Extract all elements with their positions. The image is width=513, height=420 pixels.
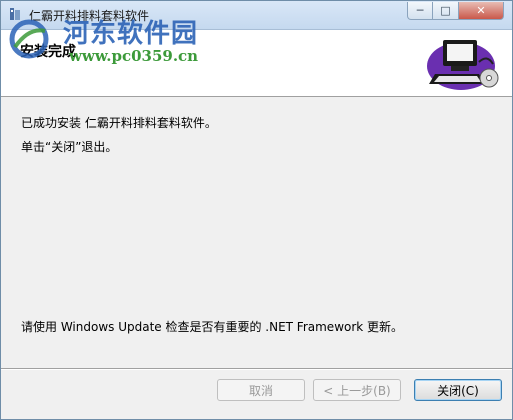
close-window-button[interactable]: ✕ xyxy=(458,2,504,20)
footer-divider xyxy=(1,368,512,370)
close-button[interactable]: 关闭(C) xyxy=(414,379,502,401)
computer-cd-icon xyxy=(427,40,499,90)
watermark-logo-icon xyxy=(9,19,49,59)
success-message: 已成功安装 仁霸开料排料套料软件。 xyxy=(21,116,217,130)
maximize-icon: □ xyxy=(440,4,451,17)
update-notice: 请使用 Windows Update 检查是否有重要的 .NET Framewo… xyxy=(21,320,404,334)
minimize-button[interactable]: ─ xyxy=(407,2,433,20)
installer-window: 仁霸开料排料套料软件 ─ □ ✕ 安装完成 河东软件园 www.pc0359.c… xyxy=(0,0,513,420)
back-button[interactable]: < 上一步(B) xyxy=(313,379,401,401)
cancel-button[interactable]: 取消 xyxy=(217,379,305,401)
watermark-url: www.pc0359.cn xyxy=(69,47,199,65)
close-icon: ✕ xyxy=(476,4,486,17)
watermark-site-name: 河东软件园 xyxy=(63,19,199,49)
maximize-button[interactable]: □ xyxy=(432,2,459,20)
minimize-icon: ─ xyxy=(416,4,424,17)
exit-instruction: 单击“关闭”退出。 xyxy=(21,140,118,154)
